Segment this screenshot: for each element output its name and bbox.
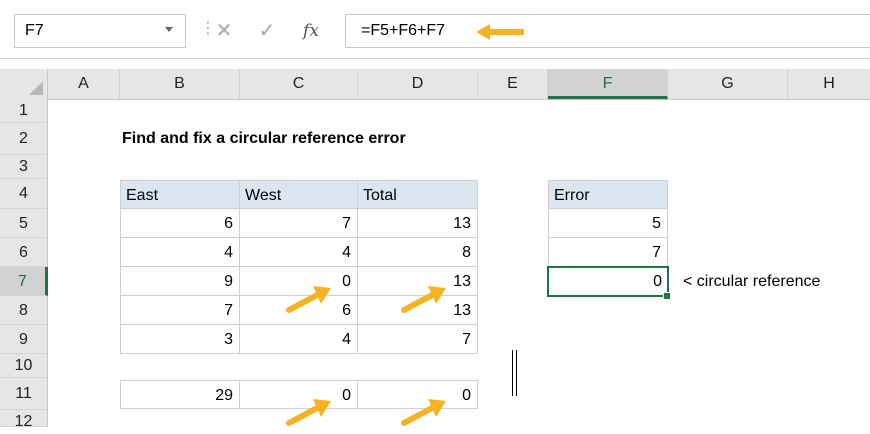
table-cell[interactable]: 7 (120, 296, 240, 325)
fill-handle[interactable] (663, 292, 671, 300)
error-header[interactable]: Error (548, 180, 668, 209)
column-header-g[interactable]: G (668, 69, 788, 99)
table-header-west[interactable]: West (240, 180, 358, 209)
row-header-4[interactable]: 4 (0, 179, 48, 209)
sheet-title[interactable]: Find and fix a circular reference error (122, 130, 406, 148)
row-header-3[interactable]: 3 (0, 155, 48, 179)
column-header-a[interactable]: A (48, 69, 120, 99)
table-cell[interactable]: 3 (120, 325, 240, 354)
table-cell[interactable]: 6 (120, 209, 240, 238)
table-cell[interactable]: 4 (120, 238, 240, 267)
table-cell[interactable]: 4 (240, 238, 358, 267)
arrow-up-right-icon (286, 286, 331, 313)
row-header-1[interactable]: 1 (0, 99, 48, 123)
column-header-f[interactable]: F (548, 69, 668, 99)
table-cell[interactable]: 8 (358, 238, 478, 267)
formula-bar: F7 ⋮ ✕ ✓ fx =F5+F6+F7 (0, 0, 870, 59)
column-header-h[interactable]: H (788, 69, 870, 99)
arrow-up-right-icon (401, 399, 446, 426)
text-cursor-icon (512, 350, 517, 396)
chevron-down-icon[interactable] (165, 27, 173, 32)
row-header-9[interactable]: 9 (0, 325, 48, 354)
error-cell-f6[interactable]: 7 (548, 238, 668, 267)
formula-input[interactable]: =F5+F6+F7 (345, 14, 870, 48)
name-box[interactable]: F7 (14, 14, 186, 48)
row-header-7[interactable]: 7 (0, 267, 48, 296)
row-header-6[interactable]: 6 (0, 238, 48, 267)
row-header-11[interactable]: 11 (0, 378, 48, 410)
error-cell-f7-selected[interactable]: 0 (547, 266, 669, 297)
arrow-up-right-icon (401, 286, 446, 313)
total-east[interactable]: 29 (120, 380, 240, 409)
arrow-left-icon (476, 24, 524, 40)
table-header-total[interactable]: Total (358, 180, 478, 209)
table-header-east[interactable]: East (120, 180, 240, 209)
column-header-c[interactable]: C (240, 69, 358, 99)
function-icon[interactable]: fx (294, 14, 328, 48)
select-all-icon[interactable] (29, 81, 43, 95)
name-box-value: F7 (25, 22, 44, 39)
arrow-up-right-icon (286, 399, 331, 426)
circular-reference-note: < circular reference (683, 273, 821, 290)
row-header-10[interactable]: 10 (0, 354, 48, 378)
error-cell-f5[interactable]: 5 (548, 209, 668, 238)
row-header-5[interactable]: 5 (0, 209, 48, 238)
row-header-2[interactable]: 2 (0, 123, 48, 155)
table-cell[interactable]: 7 (358, 325, 478, 354)
table-cell[interactable]: 13 (358, 209, 478, 238)
column-header-d[interactable]: D (358, 69, 478, 99)
table-cell[interactable]: 4 (240, 325, 358, 354)
check-icon[interactable]: ✓ (250, 14, 284, 48)
column-header-e[interactable]: E (478, 69, 548, 99)
x-icon[interactable]: ✕ (207, 14, 241, 48)
row-header-12[interactable]: 12 (0, 410, 48, 430)
column-header-b[interactable]: B (120, 69, 240, 99)
table-cell[interactable]: 7 (240, 209, 358, 238)
formula-text: =F5+F6+F7 (361, 22, 446, 39)
table-cell[interactable]: 9 (120, 267, 240, 296)
row-header-8[interactable]: 8 (0, 296, 48, 325)
select-all-corner[interactable] (0, 69, 48, 99)
